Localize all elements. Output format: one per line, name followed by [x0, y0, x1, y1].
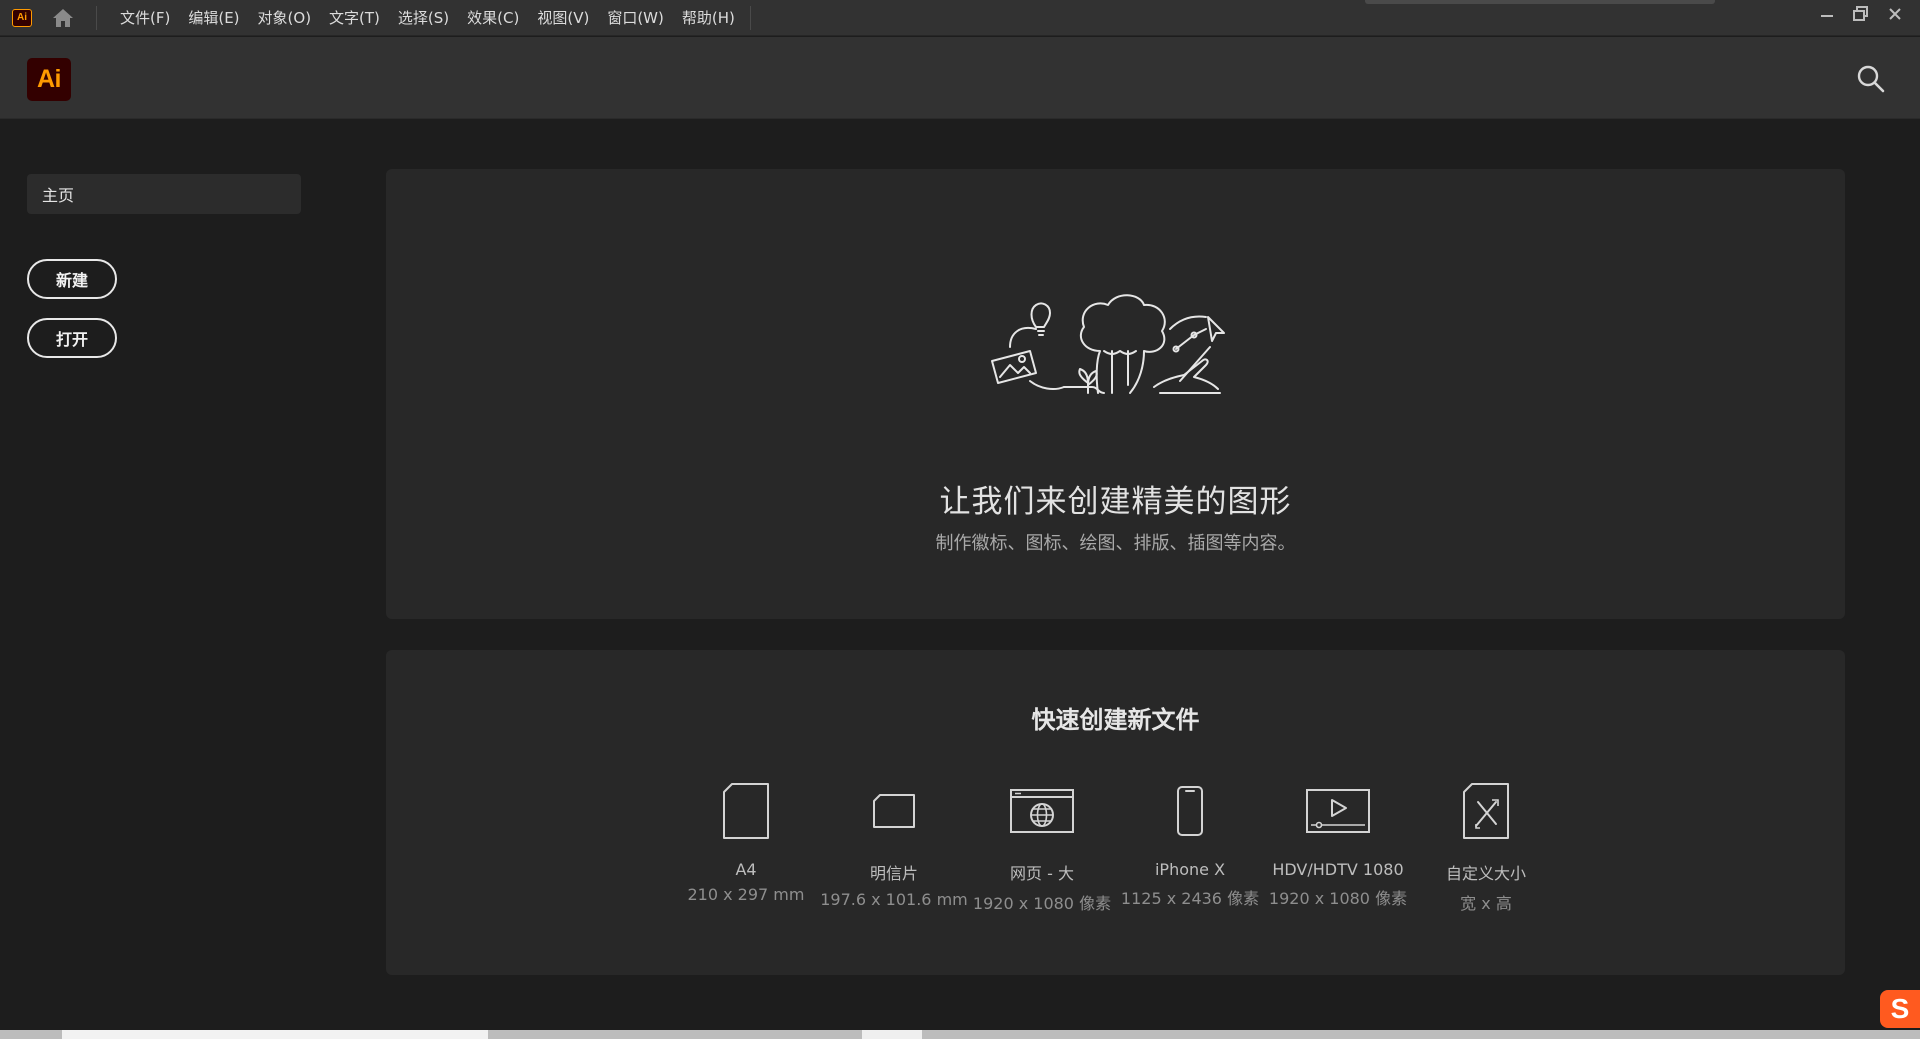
document-icon	[671, 780, 821, 842]
preset-hdtv[interactable]: HDV/HDTV 1080 1920 x 1080 像素	[1263, 780, 1413, 909]
preset-size: 1920 x 1080 像素	[1268, 889, 1408, 908]
new-button[interactable]: 新建	[27, 259, 117, 299]
hero-subtitle: 制作徽标、图标、绘图、排版、插图等内容。	[935, 533, 1296, 554]
menu-separator-end	[749, 5, 751, 30]
video-icon	[1263, 780, 1413, 842]
menu-edit[interactable]: 编辑(E)	[179, 7, 248, 28]
preset-postcard[interactable]: 明信片 197.6 x 101.6 mm	[819, 780, 969, 909]
minimize-icon[interactable]	[1810, 0, 1844, 28]
hero-illustration-icon	[991, 294, 1225, 394]
app-logo: Ai	[27, 58, 71, 101]
taskbar-segment	[862, 1030, 922, 1039]
menu-window[interactable]: 窗口(W)	[598, 7, 673, 28]
preset-size: 197.6 x 101.6 mm	[820, 890, 968, 909]
menu-separator	[96, 5, 97, 30]
quick-create-title: 快速创建新文件	[1031, 706, 1200, 734]
menu-type[interactable]: 文字(T)	[320, 7, 389, 28]
preset-name: 自定义大小	[1445, 864, 1526, 883]
hero-panel: 让我们来创建精美的图形 制作徽标、图标、绘图、排版、插图等内容。	[386, 169, 1845, 619]
preset-size: 1125 x 2436 像素	[1120, 889, 1260, 908]
taskbar-segment	[62, 1030, 488, 1039]
menu-bar: Ai 文件(F) 编辑(E) 对象(O) 文字(T) 选择(S) 效果(C) 视…	[0, 0, 1920, 36]
ime-icon[interactable]: S	[1880, 990, 1920, 1028]
preset-name: HDV/HDTV 1080	[1272, 860, 1404, 879]
home-icon[interactable]	[48, 3, 78, 33]
phone-icon	[1115, 780, 1265, 842]
preset-size: 210 x 297 mm	[687, 885, 805, 904]
preset-name: A4	[735, 860, 757, 879]
menu-select[interactable]: 选择(S)	[389, 7, 458, 28]
preset-name: 明信片	[869, 864, 918, 883]
window-controls	[1810, 0, 1912, 28]
app-header: Ai	[0, 37, 1920, 119]
web-icon	[967, 780, 1117, 842]
custom-size-icon	[1411, 780, 1561, 842]
menu-effect[interactable]: 效果(C)	[458, 7, 528, 28]
preset-a4[interactable]: A4 210 x 297 mm	[671, 780, 821, 904]
preset-size: 1920 x 1080 像素	[972, 894, 1112, 913]
preset-custom[interactable]: 自定义大小 宽 x 高	[1411, 780, 1561, 914]
close-icon[interactable]	[1878, 0, 1912, 28]
preset-name: 网页 - 大	[1010, 864, 1074, 883]
hero-title: 让我们来创建精美的图形	[939, 484, 1292, 520]
preset-size: 宽 x 高	[1460, 894, 1512, 913]
menu-object[interactable]: 对象(O)	[249, 7, 321, 28]
menu-help[interactable]: 帮助(H)	[673, 7, 744, 28]
preset-name: iPhone X	[1154, 860, 1226, 879]
menu-file[interactable]: 文件(F)	[111, 7, 179, 28]
postcard-icon	[819, 780, 969, 842]
open-button[interactable]: 打开	[27, 318, 117, 358]
app-icon: Ai	[12, 8, 32, 27]
preset-web-large[interactable]: 网页 - 大 1920 x 1080 像素	[967, 780, 1117, 914]
sidebar-item-home[interactable]: 主页	[27, 174, 301, 214]
title-strip	[1365, 0, 1715, 4]
restore-icon[interactable]	[1844, 0, 1878, 28]
quick-create-panel: 快速创建新文件 A4 210 x 297 mm 明信片 197.6 x 101.…	[386, 650, 1845, 975]
preset-iphone-x[interactable]: iPhone X 1125 x 2436 像素	[1115, 780, 1265, 909]
menu-view[interactable]: 视图(V)	[528, 7, 598, 28]
search-icon[interactable]	[1856, 64, 1886, 94]
